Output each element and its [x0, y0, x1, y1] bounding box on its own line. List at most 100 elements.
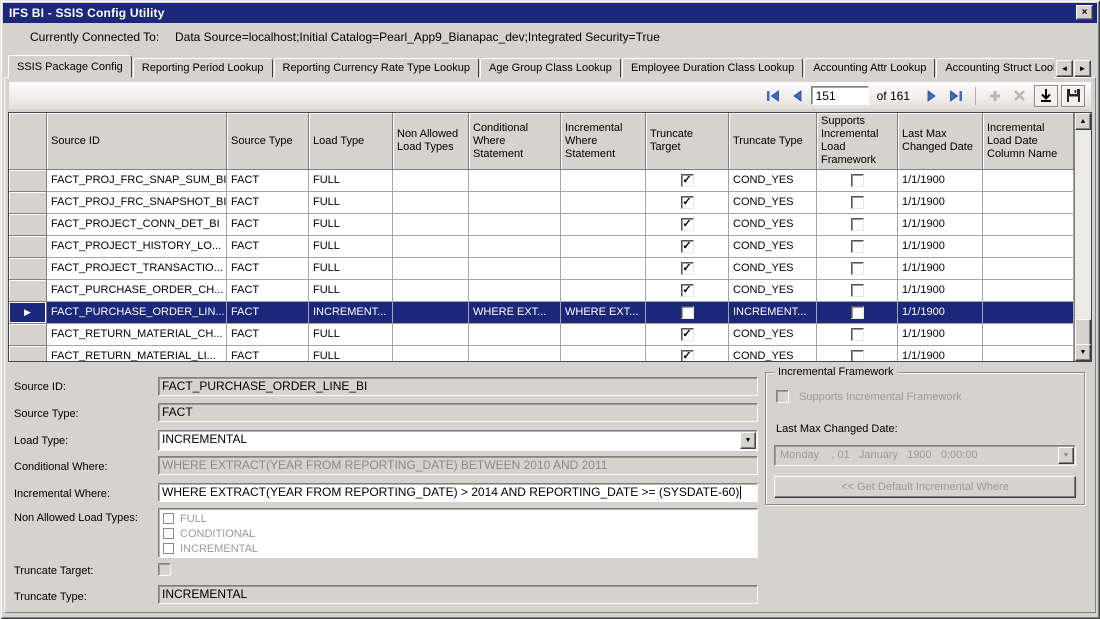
- cell-truncate-type[interactable]: COND_YES: [729, 192, 817, 214]
- cell-truncate-type[interactable]: COND_YES: [729, 170, 817, 192]
- cell-incremental-where[interactable]: [561, 258, 646, 280]
- cell-source-id[interactable]: FACT_PROJECT_CONN_DET_BI: [47, 214, 227, 236]
- cell-supports-incremental-load-framework[interactable]: [817, 258, 898, 280]
- load-type-dropdown-button[interactable]: ▼: [740, 432, 756, 449]
- list-item-incremental[interactable]: INCREMENTAL: [163, 541, 753, 556]
- cell-source-type[interactable]: FACT: [227, 236, 309, 258]
- cell-incremental-load-date-column-name[interactable]: [983, 302, 1074, 324]
- checkbox-icon[interactable]: [163, 543, 174, 554]
- cell-last-max-changed-date[interactable]: 1/1/1900: [898, 280, 983, 302]
- cell-non-allowed-load-types[interactable]: [393, 170, 469, 192]
- supports-incremental-load-framework-checkbox[interactable]: [851, 328, 864, 341]
- supports-incremental-load-framework-checkbox[interactable]: [851, 262, 864, 275]
- cell-truncate-target[interactable]: ✓: [646, 214, 729, 236]
- cell-load-type[interactable]: INCREMENT...: [309, 302, 393, 324]
- column-header-supports-incremental-load-framework[interactable]: Supports Incremental Load Framework: [817, 113, 898, 170]
- cell-source-type[interactable]: FACT: [227, 258, 309, 280]
- record-position-input[interactable]: [811, 86, 869, 105]
- cell-non-allowed-load-types[interactable]: [393, 324, 469, 346]
- cell-truncate-type[interactable]: INCREMENT...: [729, 302, 817, 324]
- cell-truncate-target[interactable]: [646, 302, 729, 324]
- cell-load-type[interactable]: FULL: [309, 258, 393, 280]
- cell-last-max-changed-date[interactable]: 1/1/1900: [898, 258, 983, 280]
- tab-accounting-attr-lookup[interactable]: Accounting Attr Lookup: [804, 58, 935, 78]
- cell-incremental-load-date-column-name[interactable]: [983, 192, 1074, 214]
- source-id-field[interactable]: FACT_PURCHASE_ORDER_LINE_BI: [158, 377, 758, 396]
- cell-load-type[interactable]: FULL: [309, 214, 393, 236]
- table-row[interactable]: FACT_PROJ_FRC_SNAP_SUM_BIFACTFULL✓COND_Y…: [9, 170, 1074, 192]
- truncate-target-checkbox[interactable]: ✓: [681, 284, 694, 297]
- cell-incremental-where[interactable]: [561, 236, 646, 258]
- tab-ssis-package-config[interactable]: SSIS Package Config: [8, 55, 132, 78]
- table-row[interactable]: FACT_PROJECT_HISTORY_LO...FACTFULL✓COND_…: [9, 236, 1074, 258]
- tab-scroll-right-button[interactable]: ►: [1074, 60, 1091, 77]
- cell-truncate-target[interactable]: ✓: [646, 346, 729, 362]
- tab-age-group-class-lookup[interactable]: Age Group Class Lookup: [480, 58, 621, 78]
- table-row[interactable]: FACT_PROJECT_CONN_DET_BIFACTFULL✓COND_YE…: [9, 214, 1074, 236]
- column-header-last-max-changed-date[interactable]: Last Max Changed Date: [898, 113, 983, 170]
- table-row[interactable]: FACT_PURCHASE_ORDER_CH...FACTFULL✓COND_Y…: [9, 280, 1074, 302]
- non-allowed-load-types-listbox[interactable]: FULLCONDITIONALINCREMENTAL: [158, 508, 758, 558]
- truncate-target-checkbox[interactable]: [158, 563, 171, 576]
- cell-non-allowed-load-types[interactable]: [393, 258, 469, 280]
- cell-supports-incremental-load-framework[interactable]: [817, 302, 898, 324]
- nav-next-button[interactable]: [920, 85, 944, 107]
- row-selector[interactable]: ▶: [9, 302, 47, 324]
- list-item-full[interactable]: FULL: [163, 511, 753, 526]
- cell-load-type[interactable]: FULL: [309, 346, 393, 362]
- cell-source-id[interactable]: FACT_PROJECT_HISTORY_LO...: [47, 236, 227, 258]
- export-button[interactable]: [1034, 85, 1058, 107]
- cell-truncate-target[interactable]: ✓: [646, 280, 729, 302]
- source-type-field[interactable]: FACT: [158, 403, 758, 422]
- cell-source-type[interactable]: FACT: [227, 214, 309, 236]
- cell-supports-incremental-load-framework[interactable]: [817, 192, 898, 214]
- cell-conditional-where[interactable]: [469, 214, 561, 236]
- cell-incremental-load-date-column-name[interactable]: [983, 214, 1074, 236]
- cell-conditional-where[interactable]: [469, 170, 561, 192]
- table-row[interactable]: FACT_RETURN_MATERIAL_CH...FACTFULL✓COND_…: [9, 324, 1074, 346]
- cell-load-type[interactable]: FULL: [309, 280, 393, 302]
- cell-incremental-load-date-column-name[interactable]: [983, 236, 1074, 258]
- cell-truncate-type[interactable]: COND_YES: [729, 236, 817, 258]
- truncate-target-checkbox[interactable]: ✓: [681, 328, 694, 341]
- cell-last-max-changed-date[interactable]: 1/1/1900: [898, 346, 983, 362]
- truncate-target-checkbox[interactable]: ✓: [681, 262, 694, 275]
- truncate-target-checkbox[interactable]: ✓: [681, 196, 694, 209]
- cell-source-type[interactable]: FACT: [227, 324, 309, 346]
- truncate-type-field[interactable]: INCREMENTAL: [158, 585, 758, 604]
- cell-source-type[interactable]: FACT: [227, 280, 309, 302]
- supports-incremental-load-framework-checkbox[interactable]: [851, 284, 864, 297]
- table-row[interactable]: FACT_PROJ_FRC_SNAPSHOT_BIFACTFULL✓COND_Y…: [9, 192, 1074, 214]
- cell-supports-incremental-load-framework[interactable]: [817, 170, 898, 192]
- cell-truncate-target[interactable]: ✓: [646, 192, 729, 214]
- cell-load-type[interactable]: FULL: [309, 324, 393, 346]
- cell-incremental-where[interactable]: [561, 280, 646, 302]
- tab-reporting-period-lookup[interactable]: Reporting Period Lookup: [133, 58, 273, 78]
- cell-source-id[interactable]: FACT_PROJ_FRC_SNAP_SUM_BI: [47, 170, 227, 192]
- cell-conditional-where[interactable]: [469, 324, 561, 346]
- cell-conditional-where[interactable]: [469, 280, 561, 302]
- cell-truncate-target[interactable]: ✓: [646, 236, 729, 258]
- cell-supports-incremental-load-framework[interactable]: [817, 324, 898, 346]
- cell-conditional-where[interactable]: [469, 258, 561, 280]
- nav-last-button[interactable]: [944, 85, 968, 107]
- cell-last-max-changed-date[interactable]: 1/1/1900: [898, 192, 983, 214]
- cell-source-type[interactable]: FACT: [227, 192, 309, 214]
- truncate-target-checkbox[interactable]: ✓: [681, 240, 694, 253]
- truncate-target-checkbox[interactable]: ✓: [681, 350, 694, 362]
- cell-incremental-where[interactable]: [561, 214, 646, 236]
- cell-truncate-target[interactable]: ✓: [646, 324, 729, 346]
- load-type-combo[interactable]: INCREMENTAL ▼: [158, 430, 758, 451]
- column-header-truncate-type[interactable]: Truncate Type: [729, 113, 817, 170]
- cell-conditional-where[interactable]: [469, 346, 561, 362]
- column-header-source-type[interactable]: Source Type: [227, 113, 309, 170]
- cell-incremental-where[interactable]: [561, 324, 646, 346]
- cell-source-id[interactable]: FACT_RETURN_MATERIAL_LI...: [47, 346, 227, 362]
- checkbox-icon[interactable]: [163, 513, 174, 524]
- cell-source-id[interactable]: FACT_PURCHASE_ORDER_CH...: [47, 280, 227, 302]
- cell-incremental-load-date-column-name[interactable]: [983, 170, 1074, 192]
- table-row[interactable]: ▶FACT_PURCHASE_ORDER_LIN...FACTINCREMENT…: [9, 302, 1074, 324]
- cell-conditional-where[interactable]: WHERE EXT...: [469, 302, 561, 324]
- grid-vertical-scrollbar[interactable]: ▲ ▼: [1074, 113, 1091, 361]
- cell-incremental-where[interactable]: [561, 346, 646, 362]
